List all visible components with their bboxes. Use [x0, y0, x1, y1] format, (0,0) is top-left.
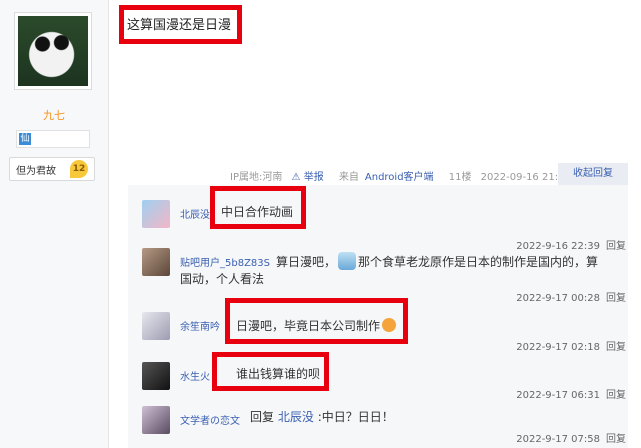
- collapse-replies-button[interactable]: 收起回复: [558, 163, 628, 185]
- reply-avatar[interactable]: [142, 200, 170, 228]
- client-info: 来自 Android客户端: [338, 172, 434, 183]
- reply-username[interactable]: 北辰没: [180, 206, 210, 221]
- reply-item: 文学者の恋文 回复 北辰没 :中日？日日！ 2022-9-17 07:58 回复: [142, 406, 626, 448]
- reply-meta: 2022-9-17 06:31 回复: [516, 390, 626, 401]
- highlight-box-reply-1: [210, 186, 306, 229]
- reply-text-continued: 国动，个人看法: [180, 272, 265, 286]
- reply-username[interactable]: 余笙南吟: [180, 318, 220, 333]
- sticker-icon: [338, 252, 357, 270]
- reply-username[interactable]: 水生火: [180, 368, 210, 383]
- highlight-box-reply-4: [212, 352, 329, 391]
- level-badge-icon: 12: [70, 160, 88, 178]
- level-name: 但为君故: [16, 166, 56, 177]
- floor-number: 11楼: [448, 172, 472, 183]
- reply-text: 回复 北辰没 :中日？日日！: [250, 410, 394, 424]
- highlight-box-post: [119, 5, 242, 44]
- client-link[interactable]: Android客户端: [365, 172, 434, 183]
- author-level[interactable]: 但为君故 12: [9, 157, 95, 181]
- author-name[interactable]: 九七: [0, 107, 108, 123]
- reply-button[interactable]: 回复: [606, 434, 626, 445]
- mention-link[interactable]: 北辰没: [278, 410, 314, 424]
- badge-icon: 仙: [19, 133, 31, 145]
- author-avatar[interactable]: [14, 12, 92, 90]
- reply-avatar[interactable]: [142, 312, 170, 340]
- author-badge[interactable]: 仙: [16, 130, 90, 148]
- reply-username[interactable]: 文学者の恋文: [180, 412, 240, 427]
- ip-location: IP属地:河南: [230, 172, 283, 183]
- post-meta: IP属地:河南 ⚠ 举报 来自 Android客户端 11楼 2022-09-16…: [230, 168, 577, 183]
- reply-button[interactable]: 回复: [606, 293, 626, 304]
- reply-text: 算日漫吧， 那个食草老龙原作是日本的制作是国内的，算: [276, 252, 598, 270]
- reply-meta: 2022-9-17 02:18 回复: [516, 342, 626, 353]
- reply-avatar[interactable]: [142, 406, 170, 434]
- reply-item: 贴吧用户_5b8Z83S 算日漫吧， 那个食草老龙原作是日本的制作是国内的，算 国…: [142, 248, 626, 304]
- reply-meta: 2022-9-17 07:58 回复: [516, 434, 626, 445]
- reply-username[interactable]: 贴吧用户_5b8Z83S: [180, 254, 270, 269]
- reply-avatar[interactable]: [142, 362, 170, 390]
- author-column: 九七 仙 但为君故 12: [0, 0, 109, 448]
- highlight-box-reply-3: [225, 298, 408, 344]
- panda-avatar-image: [18, 16, 88, 86]
- reply-button[interactable]: 回复: [606, 342, 626, 353]
- reply-button[interactable]: 回复: [606, 390, 626, 401]
- reply-meta: 2022-9-17 00:28 回复: [516, 293, 626, 304]
- reply-avatar[interactable]: [142, 248, 170, 276]
- report-link[interactable]: ⚠ 举报: [292, 172, 330, 183]
